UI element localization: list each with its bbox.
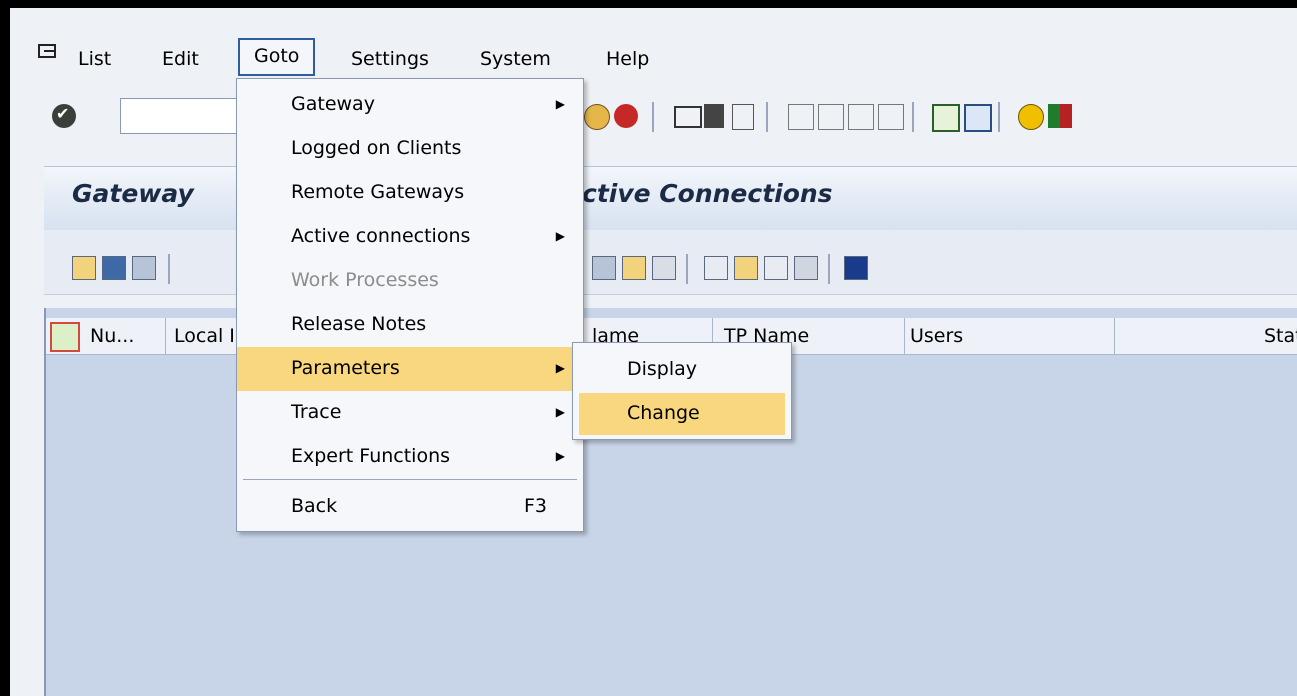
page-title-continued: ctive Connections: [582, 179, 833, 208]
exit-icon[interactable]: [584, 104, 610, 130]
layout-menu-icon[interactable]: [1048, 104, 1072, 128]
column-header-users[interactable]: Users: [902, 318, 1115, 354]
toolbar-separator: [912, 102, 914, 132]
standard-toolbar: [10, 84, 1297, 148]
menu-help[interactable]: Help: [606, 44, 649, 76]
enter-icon[interactable]: [52, 104, 76, 128]
menu-item-expert-functions[interactable]: Expert Functions ▶: [237, 435, 583, 479]
shortcut-label: F3: [523, 495, 547, 517]
save-layout-icon[interactable]: [652, 256, 676, 280]
submenu-arrow-icon: ▶: [555, 229, 565, 243]
information-icon[interactable]: [844, 256, 868, 280]
select-all-icon[interactable]: [50, 322, 80, 352]
toolbar-separator: [686, 254, 688, 284]
filter-icon[interactable]: [704, 256, 728, 280]
menu-separator: [243, 479, 577, 480]
menu-item-logged-on-clients[interactable]: Logged on Clients: [237, 127, 583, 171]
menu-settings[interactable]: Settings: [351, 44, 429, 76]
submenu-arrow-icon: ▶: [555, 449, 565, 463]
menu-item-active-connections[interactable]: Active connections ▶: [237, 215, 583, 259]
menu-item-release-notes[interactable]: Release Notes: [237, 303, 583, 347]
toolbar-separator: [766, 102, 768, 132]
export-icon[interactable]: [734, 256, 758, 280]
create-session-icon[interactable]: [932, 104, 960, 132]
toolbar-separator: [828, 254, 830, 284]
last-page-icon[interactable]: [878, 104, 904, 130]
details-icon[interactable]: [72, 256, 96, 280]
toolbar-separator: [998, 102, 1000, 132]
submenu-arrow-icon: ▶: [555, 361, 565, 375]
column-header-number[interactable]: Nu...: [46, 318, 166, 354]
menu-item-trace[interactable]: Trace ▶: [237, 391, 583, 435]
toolbar-separator: [652, 102, 654, 132]
cancel-icon[interactable]: [614, 104, 638, 128]
sort-icon[interactable]: [764, 256, 788, 280]
menu-edit[interactable]: Edit: [162, 44, 199, 76]
goto-menu: Gateway ▶ Logged on Clients Remote Gatewa…: [236, 78, 584, 532]
title-bar: Gateway ctive Connections: [44, 166, 1297, 231]
submenu-item-change[interactable]: Change: [579, 393, 785, 435]
application-toolbar: [44, 230, 1297, 295]
menu-list[interactable]: List: [78, 44, 111, 76]
previous-page-icon[interactable]: [818, 104, 844, 130]
column-header-status[interactable]: Stat: [1256, 318, 1297, 354]
refresh-icon[interactable]: [102, 256, 126, 280]
print-icon[interactable]: [674, 106, 702, 128]
help-icon[interactable]: [1018, 104, 1044, 130]
next-page-icon[interactable]: [848, 104, 874, 130]
menu-system[interactable]: System: [480, 44, 551, 76]
submenu-item-display[interactable]: Display: [579, 349, 785, 391]
menu-item-remote-gateways[interactable]: Remote Gateways: [237, 171, 583, 215]
toolbar-separator: [168, 254, 170, 284]
choose-layout-icon[interactable]: [592, 256, 616, 280]
parameters-submenu: Display Change: [572, 342, 792, 440]
change-layout-icon[interactable]: [622, 256, 646, 280]
menu-item-parameters[interactable]: Parameters ▶: [237, 347, 583, 391]
menu-goto[interactable]: Goto: [238, 38, 316, 76]
submenu-arrow-icon: ▶: [555, 97, 565, 111]
menu-item-back[interactable]: Back F3: [237, 485, 583, 529]
database-icon[interactable]: [132, 256, 156, 280]
menu-bar: List Edit Goto Settings System Help: [10, 8, 1297, 78]
shortcut-icon[interactable]: [964, 104, 992, 132]
menu-icon[interactable]: [38, 44, 58, 62]
menu-item-gateway[interactable]: Gateway ▶: [237, 83, 583, 127]
first-page-icon[interactable]: [788, 104, 814, 130]
sap-window: List Edit Goto Settings System Help Gate…: [10, 8, 1297, 696]
find-next-icon[interactable]: [732, 104, 754, 130]
find-icon[interactable]: [704, 104, 724, 128]
page-title: Gateway: [72, 179, 194, 208]
calculator-icon[interactable]: [794, 256, 818, 280]
menu-item-work-processes: Work Processes: [291, 269, 439, 291]
submenu-arrow-icon: ▶: [555, 405, 565, 419]
